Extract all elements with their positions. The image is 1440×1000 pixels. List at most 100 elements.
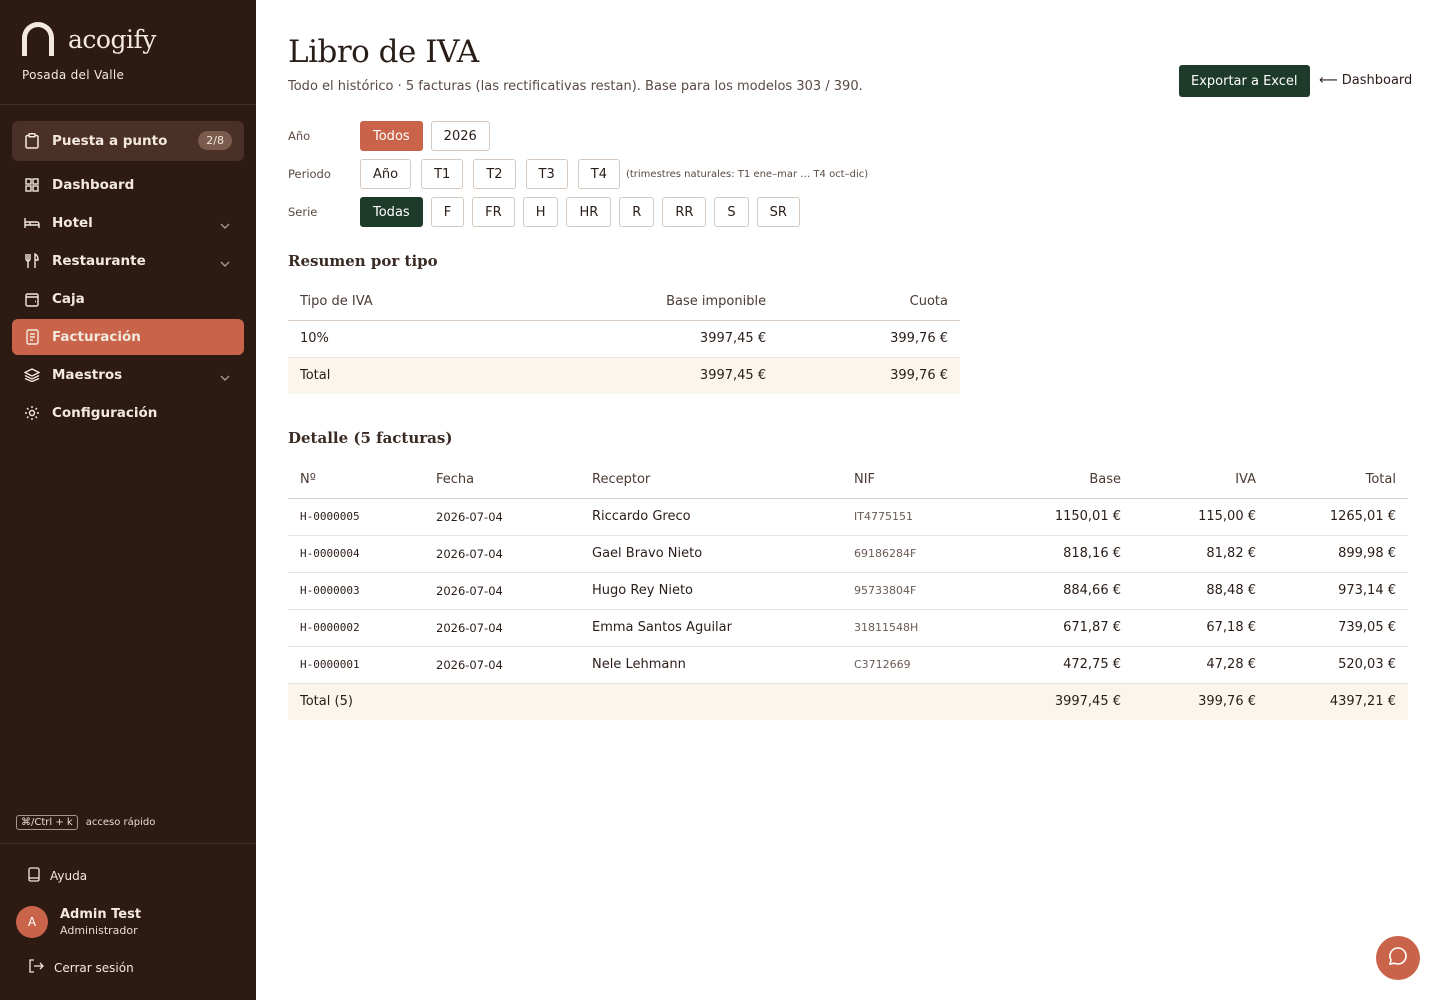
invoice-date: 2026-07-04 bbox=[424, 646, 580, 684]
iva-amount: 115,00 € bbox=[1133, 498, 1268, 536]
user-name: Admin Test bbox=[60, 907, 142, 922]
series-chip-h[interactable]: H bbox=[522, 197, 559, 227]
table-header-row: Nº Fecha Receptor NIF Base IVA Total bbox=[288, 461, 1408, 499]
nav-item-label: Facturación bbox=[52, 329, 141, 345]
logout-label: Cerrar sesión bbox=[54, 960, 134, 975]
iva-amount: 81,82 € bbox=[1133, 535, 1268, 573]
receptor: Gael Bravo Nieto bbox=[580, 535, 842, 573]
series-chip-todas[interactable]: Todas bbox=[360, 197, 423, 227]
nav-item-label: Configuración bbox=[52, 405, 158, 421]
nav-item-configuracion[interactable]: Configuración bbox=[12, 395, 244, 431]
keyboard-shortcut: ⌘/Ctrl + k bbox=[16, 815, 78, 830]
receptor: Riccardo Greco bbox=[580, 498, 842, 536]
column-header: Fecha bbox=[424, 461, 580, 499]
period-filter: Periodo Año T1 T2 T3 T4 (trimestres natu… bbox=[288, 159, 868, 189]
back-to-dashboard-link[interactable]: ⟵ Dashboard bbox=[1319, 73, 1412, 88]
column-header: Nº bbox=[288, 461, 424, 499]
nav-item-setup[interactable]: Puesta a punto 2/8 bbox=[12, 121, 244, 161]
column-header: Total bbox=[1268, 461, 1408, 499]
total-amount: 739,05 € bbox=[1268, 609, 1408, 647]
total-amount: 1265,01 € bbox=[1268, 498, 1408, 536]
series-chip-rr[interactable]: RR bbox=[662, 197, 707, 227]
nav-item-maestros[interactable]: Maestros bbox=[12, 357, 244, 393]
help-link[interactable]: Ayuda bbox=[28, 867, 87, 885]
detail-total-row: Total (5) 3997,45 € 399,76 € 4397,21 € bbox=[288, 683, 1408, 720]
table-row: 10% 3997,45 € 399,76 € bbox=[288, 320, 960, 358]
nav-item-label: Dashboard bbox=[52, 177, 135, 193]
period-chip-t2[interactable]: T2 bbox=[473, 159, 516, 189]
column-header: Base imponible bbox=[502, 283, 779, 321]
year-chip-todos[interactable]: Todos bbox=[360, 121, 423, 151]
period-chip-t4[interactable]: T4 bbox=[577, 159, 620, 189]
total-amount: 520,03 € bbox=[1268, 646, 1408, 684]
nif: C3712669 bbox=[842, 646, 982, 684]
total-label: Total bbox=[288, 357, 503, 394]
nav-item-hotel[interactable]: Hotel bbox=[12, 205, 244, 241]
brand-name: acogify bbox=[68, 24, 156, 54]
invoice-number[interactable]: H-0000004 bbox=[288, 535, 424, 573]
page-subtitle: Todo el histórico · 5 facturas (las rect… bbox=[288, 79, 863, 94]
total-iva: 399,76 € bbox=[1133, 683, 1268, 720]
series-chip-sr[interactable]: SR bbox=[756, 197, 800, 227]
series-chip-f[interactable]: F bbox=[430, 197, 465, 227]
property-name: Posada del Valle bbox=[22, 68, 125, 82]
nav-item-caja[interactable]: Caja bbox=[12, 281, 244, 317]
total-base: 3997,45 € bbox=[502, 357, 779, 394]
series-chip-r[interactable]: R bbox=[619, 197, 655, 227]
series-filter: Serie Todas F FR H HR R RR S SR bbox=[288, 197, 808, 227]
base-amount: 818,16 € bbox=[982, 535, 1133, 573]
iva-rate-cell: 10% bbox=[288, 320, 503, 358]
invoice-number[interactable]: H-0000005 bbox=[288, 498, 424, 536]
quick-access-hint[interactable]: ⌘/Ctrl + k acceso rápido bbox=[16, 815, 155, 830]
series-chip-fr[interactable]: FR bbox=[472, 197, 515, 227]
column-header: IVA bbox=[1133, 461, 1268, 499]
detail-table: Nº Fecha Receptor NIF Base IVA Total H-0… bbox=[288, 461, 1408, 720]
book-icon bbox=[28, 867, 40, 885]
period-chip-t1[interactable]: T1 bbox=[421, 159, 464, 189]
table-row[interactable]: H-0000005 2026-07-04 Riccardo Greco IT47… bbox=[288, 498, 1408, 536]
nav-item-restaurante[interactable]: Restaurante bbox=[12, 243, 244, 279]
total-base: 3997,45 € bbox=[982, 683, 1133, 720]
chevron-down-icon[interactable] bbox=[220, 255, 230, 271]
quick-access-label: acceso rápido bbox=[85, 817, 156, 828]
logout-icon bbox=[28, 959, 44, 976]
chat-button[interactable] bbox=[1376, 936, 1420, 980]
iva-amount: 88,48 € bbox=[1133, 572, 1268, 610]
table-header-row: Tipo de IVA Base imponible Cuota bbox=[288, 283, 960, 321]
fork-knife-icon bbox=[24, 253, 40, 269]
series-filter-label: Serie bbox=[288, 205, 318, 219]
year-chip-2026[interactable]: 2026 bbox=[430, 121, 490, 151]
table-row[interactable]: H-0000002 2026-07-04 Emma Santos Aguilar… bbox=[288, 609, 1408, 647]
series-chip-hr[interactable]: HR bbox=[566, 197, 612, 227]
divider bbox=[0, 104, 256, 105]
user-profile[interactable]: A Admin Test Administrador bbox=[16, 906, 141, 938]
receptor: Hugo Rey Nieto bbox=[580, 572, 842, 610]
base-amount: 671,87 € bbox=[982, 609, 1133, 647]
export-excel-button[interactable]: Exportar a Excel bbox=[1179, 65, 1310, 97]
period-chip-t3[interactable]: T3 bbox=[525, 159, 568, 189]
nav-item-label: Restaurante bbox=[52, 253, 146, 269]
nav-item-facturacion[interactable]: Facturación bbox=[12, 319, 244, 355]
series-chip-s[interactable]: S bbox=[714, 197, 749, 227]
nav-item-dashboard[interactable]: Dashboard bbox=[12, 167, 244, 203]
bed-icon bbox=[24, 215, 40, 231]
chevron-down-icon[interactable] bbox=[220, 217, 230, 233]
invoice-number[interactable]: H-0000001 bbox=[288, 646, 424, 684]
invoice-number[interactable]: H-0000003 bbox=[288, 572, 424, 610]
summary-total-row: Total 3997,45 € 399,76 € bbox=[288, 357, 960, 394]
nif: 69186284F bbox=[842, 535, 982, 573]
invoice-number[interactable]: H-0000002 bbox=[288, 609, 424, 647]
summary-section-title: Resumen por tipo bbox=[288, 252, 438, 270]
total-amount: 973,14 € bbox=[1268, 572, 1408, 610]
column-header: Cuota bbox=[778, 283, 960, 321]
table-row[interactable]: H-0000003 2026-07-04 Hugo Rey Nieto 9573… bbox=[288, 572, 1408, 610]
column-header: Receptor bbox=[580, 461, 842, 499]
table-row[interactable]: H-0000001 2026-07-04 Nele Lehmann C37126… bbox=[288, 646, 1408, 684]
brand-logo[interactable]: acogify bbox=[22, 22, 156, 56]
logout-link[interactable]: Cerrar sesión bbox=[28, 959, 134, 976]
table-row[interactable]: H-0000004 2026-07-04 Gael Bravo Nieto 69… bbox=[288, 535, 1408, 573]
iva-amount: 47,28 € bbox=[1133, 646, 1268, 684]
period-chip-ano[interactable]: Año bbox=[360, 159, 412, 189]
chevron-down-icon[interactable] bbox=[220, 369, 230, 385]
total-amount: 4397,21 € bbox=[1268, 683, 1408, 720]
